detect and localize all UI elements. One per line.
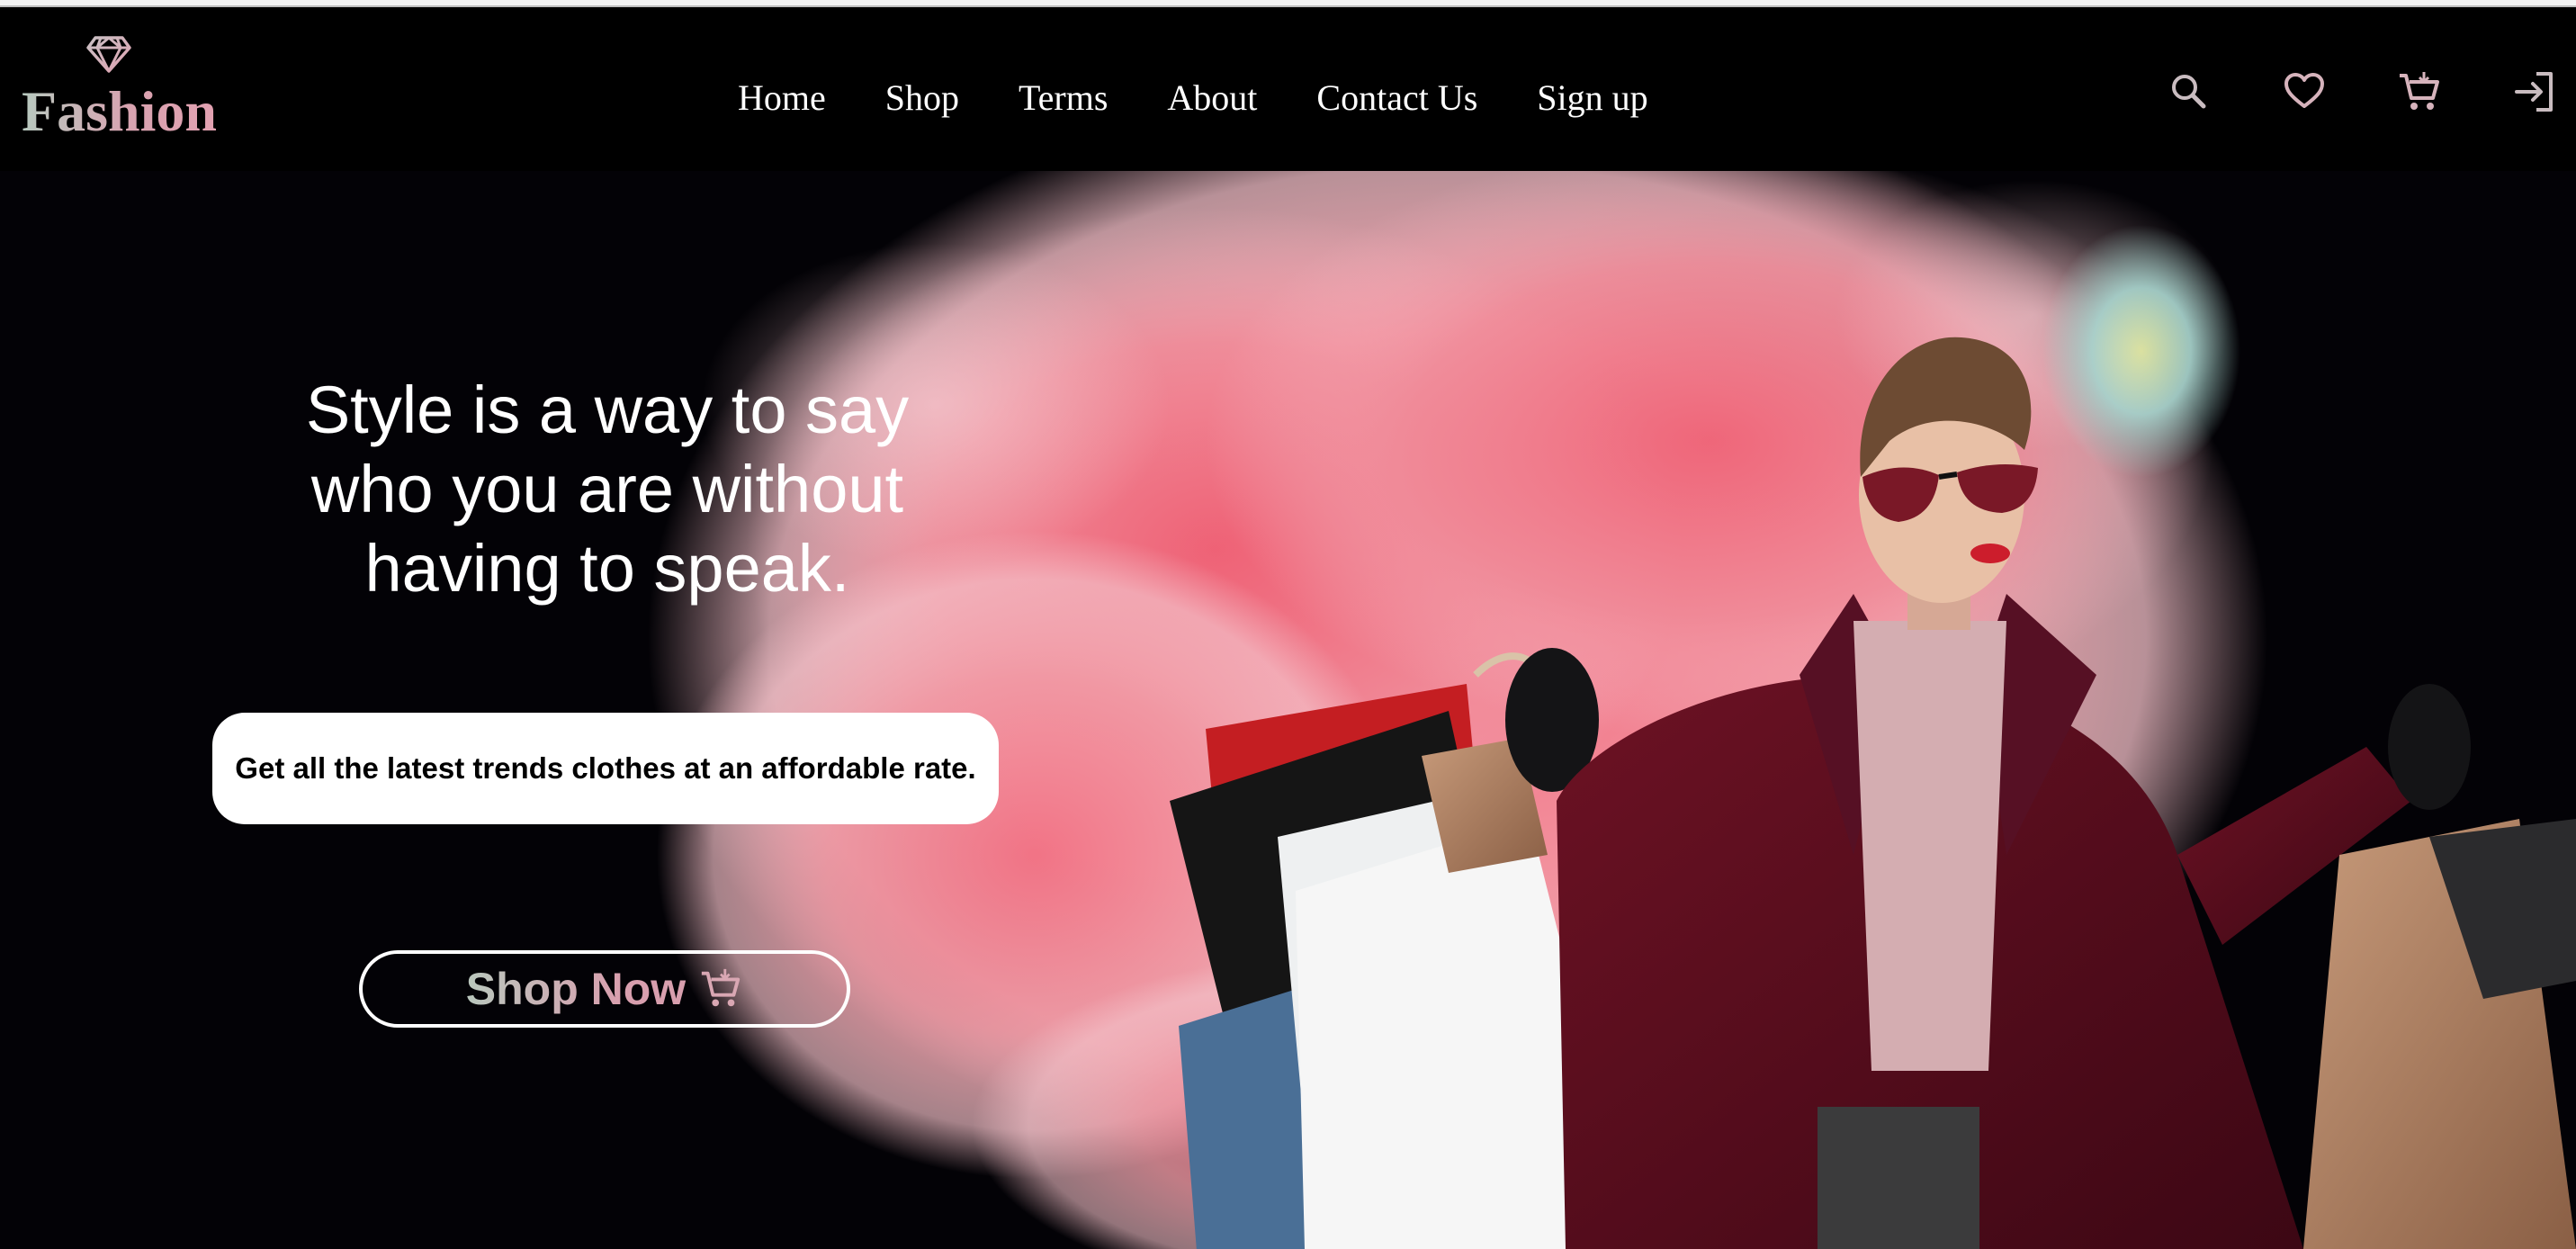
hero-section: Style is a way to say who you are withou… — [0, 171, 2576, 1249]
headline-line: Style is a way to say — [305, 373, 910, 447]
nav-contact-us[interactable]: Contact Us — [1316, 76, 1477, 119]
cart-icon[interactable] — [2396, 68, 2443, 115]
diamond-icon — [86, 36, 131, 73]
nav-shop[interactable]: Shop — [885, 76, 959, 119]
hero-subtext-pill: Get all the latest trends clothes at an … — [212, 713, 999, 824]
heart-icon[interactable] — [2281, 68, 2328, 115]
nav-about[interactable]: About — [1167, 76, 1257, 119]
cart-icon — [702, 968, 740, 1007]
hero-image — [648, 171, 2576, 1249]
nav-terms[interactable]: Terms — [1019, 76, 1108, 119]
brand-logo[interactable]: Fashion — [22, 27, 238, 162]
shop-now-label: Shop Now — [465, 964, 687, 1014]
site-header: Fashion Home Shop Terms About Contact Us… — [0, 7, 2576, 171]
search-icon[interactable] — [2166, 68, 2212, 115]
headline-line: who you are without — [310, 452, 904, 526]
browser-top-strip — [0, 0, 2576, 7]
header-actions — [2097, 67, 2558, 117]
nav-home[interactable]: Home — [738, 76, 826, 119]
shop-now-button[interactable]: Shop Now — [359, 950, 850, 1028]
headline-line: having to speak. — [364, 531, 850, 606]
hero-subtext: Get all the latest trends clothes at an … — [235, 751, 976, 785]
hero-headline: Style is a way to say who you are withou… — [189, 371, 1026, 608]
login-icon[interactable] — [2511, 68, 2558, 115]
main-nav: Home Shop Terms About Contact Us Sign up — [738, 70, 1708, 124]
nav-sign-up[interactable]: Sign up — [1537, 76, 1647, 119]
brand-name: Fashion — [22, 79, 217, 143]
